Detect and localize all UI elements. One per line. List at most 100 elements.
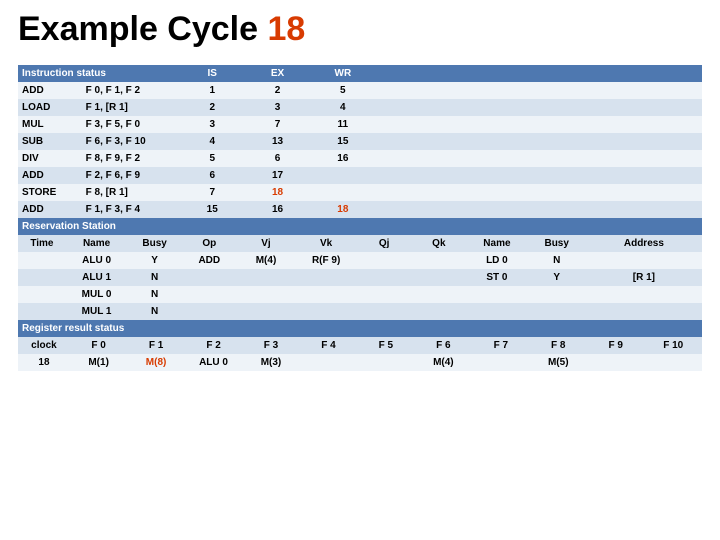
cell bbox=[375, 99, 440, 116]
cell bbox=[637, 167, 702, 184]
cell bbox=[357, 252, 412, 269]
col-header: Vj bbox=[237, 235, 296, 252]
cell bbox=[182, 269, 237, 286]
cell bbox=[18, 269, 66, 286]
cell bbox=[586, 303, 702, 320]
cell: F 2, F 6, F 9 bbox=[82, 167, 180, 184]
cell: 4 bbox=[310, 99, 375, 116]
cell: 5 bbox=[310, 82, 375, 99]
col-header: F 5 bbox=[357, 337, 414, 354]
cell bbox=[441, 167, 506, 184]
register-title: Register result status bbox=[18, 320, 702, 337]
col-header: F 4 bbox=[300, 337, 357, 354]
col-header: F 1 bbox=[127, 337, 184, 354]
cell bbox=[300, 354, 357, 371]
instruction-status-table: Instruction statusISEXWR ADDF 0, F 1, F … bbox=[18, 65, 702, 218]
cell bbox=[357, 354, 414, 371]
col-header: Instruction status bbox=[18, 65, 180, 82]
cell: 6 bbox=[245, 150, 310, 167]
col-header: F 10 bbox=[644, 337, 702, 354]
cell bbox=[18, 303, 66, 320]
col-header: Busy bbox=[127, 235, 182, 252]
cell: 3 bbox=[180, 116, 245, 133]
cell bbox=[295, 286, 356, 303]
cell: F 3, F 5, F 0 bbox=[82, 116, 180, 133]
cell bbox=[571, 82, 636, 99]
cell bbox=[18, 286, 66, 303]
cell bbox=[528, 286, 586, 303]
cell: N bbox=[127, 286, 182, 303]
col-header: F 7 bbox=[472, 337, 529, 354]
cell: 17 bbox=[245, 167, 310, 184]
cell: MUL 1 bbox=[66, 303, 127, 320]
col-header: clock bbox=[18, 337, 70, 354]
cell: ADD bbox=[182, 252, 237, 269]
cell bbox=[506, 184, 571, 201]
cell bbox=[571, 99, 636, 116]
cell bbox=[412, 286, 467, 303]
cell bbox=[644, 354, 702, 371]
cell bbox=[412, 269, 467, 286]
col-header: F 0 bbox=[70, 337, 127, 354]
cell: ST 0 bbox=[466, 269, 527, 286]
cell: ADD bbox=[18, 167, 82, 184]
cell bbox=[571, 133, 636, 150]
cell bbox=[466, 303, 527, 320]
cell bbox=[441, 116, 506, 133]
cell bbox=[412, 252, 467, 269]
cell: ALU 0 bbox=[66, 252, 127, 269]
cell bbox=[375, 201, 440, 218]
cell: ADD bbox=[18, 82, 82, 99]
col-header: F 2 bbox=[185, 337, 242, 354]
cell bbox=[375, 116, 440, 133]
cell bbox=[637, 150, 702, 167]
page-title: Example Cycle 18 bbox=[18, 10, 702, 49]
cell bbox=[637, 99, 702, 116]
col-header: F 8 bbox=[530, 337, 587, 354]
cell: 2 bbox=[245, 82, 310, 99]
col-header: Name bbox=[66, 235, 127, 252]
cell: N bbox=[127, 303, 182, 320]
cell bbox=[587, 354, 644, 371]
cell: 1 bbox=[180, 82, 245, 99]
col-header bbox=[637, 65, 702, 82]
col-header: Qj bbox=[357, 235, 412, 252]
col-header: F 9 bbox=[587, 337, 644, 354]
cell bbox=[375, 167, 440, 184]
cell bbox=[637, 201, 702, 218]
cell: N bbox=[127, 269, 182, 286]
cell: 15 bbox=[180, 201, 245, 218]
cell bbox=[441, 201, 506, 218]
cell: 18 bbox=[310, 201, 375, 218]
cell: M(1) bbox=[70, 354, 127, 371]
cell: F 8, F 9, F 2 bbox=[82, 150, 180, 167]
cell bbox=[586, 286, 702, 303]
cell: 13 bbox=[245, 133, 310, 150]
cell bbox=[571, 184, 636, 201]
cell bbox=[412, 303, 467, 320]
col-header: Vk bbox=[295, 235, 356, 252]
cell bbox=[182, 286, 237, 303]
cell: 6 bbox=[180, 167, 245, 184]
cell bbox=[441, 82, 506, 99]
cell bbox=[375, 133, 440, 150]
cell bbox=[295, 269, 356, 286]
cell: MUL 0 bbox=[66, 286, 127, 303]
cell: R(F 9) bbox=[295, 252, 356, 269]
cell bbox=[310, 184, 375, 201]
cell bbox=[637, 133, 702, 150]
cell: 3 bbox=[245, 99, 310, 116]
cell: F 1, [R 1] bbox=[82, 99, 180, 116]
cell: Y bbox=[127, 252, 182, 269]
cell bbox=[637, 184, 702, 201]
cell bbox=[237, 303, 296, 320]
col-header: Name bbox=[466, 235, 527, 252]
cell bbox=[571, 150, 636, 167]
reservation-title: Reservation Station bbox=[18, 218, 702, 235]
col-header bbox=[441, 65, 506, 82]
register-result-table: Register result status clockF 0F 1F 2F 3… bbox=[18, 320, 702, 371]
cell bbox=[375, 184, 440, 201]
cell bbox=[506, 116, 571, 133]
cell bbox=[357, 269, 412, 286]
cell: 4 bbox=[180, 133, 245, 150]
